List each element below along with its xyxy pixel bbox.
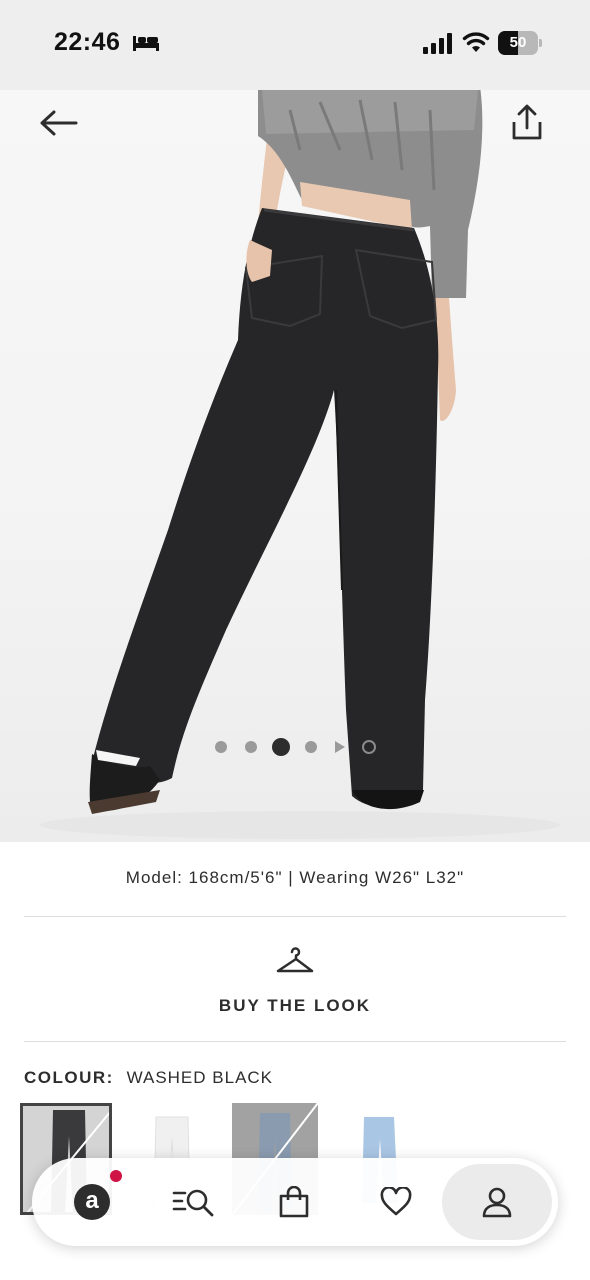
buy-the-look-button[interactable]: BUY THE LOOK [0, 996, 590, 1016]
carousel-indicator[interactable] [0, 735, 590, 759]
nav-saved-button[interactable] [354, 1158, 438, 1246]
carousel-dot[interactable] [245, 741, 257, 753]
heart-icon [380, 1187, 412, 1216]
back-arrow-icon[interactable] [36, 108, 80, 138]
search-icon [172, 1189, 214, 1217]
carousel-dot[interactable] [305, 741, 317, 753]
product-photo [40, 90, 560, 839]
cellular-signal-icon [423, 33, 452, 54]
wifi-icon [462, 32, 490, 52]
video-play-icon[interactable] [335, 741, 345, 753]
bottom-navigation-bar: a [32, 1158, 558, 1246]
asos-logo-icon: a [74, 1184, 110, 1220]
status-bar: 22:46 50 [0, 0, 590, 90]
battery-level: 50 [509, 34, 527, 51]
nav-bag-button[interactable] [252, 1158, 336, 1246]
model-size-info: Model: 168cm/5'6" | Wearing W26" L32" [125, 868, 465, 887]
sleep-mode-icon [133, 36, 159, 51]
carousel-dot[interactable] [215, 741, 227, 753]
product-image-carousel[interactable] [0, 90, 590, 842]
colour-value: WASHED BLACK [126, 1068, 274, 1087]
colour-label: COLOUR: [24, 1068, 114, 1087]
carousel-dot-video[interactable] [362, 740, 376, 754]
bag-icon [279, 1186, 309, 1218]
notification-dot [110, 1170, 122, 1182]
battery-icon: 50 [498, 31, 542, 55]
share-icon[interactable] [508, 102, 546, 142]
status-time: 22:46 [54, 28, 121, 56]
divider [24, 1041, 566, 1042]
divider [24, 916, 566, 917]
nav-search-button[interactable] [152, 1158, 236, 1246]
carousel-dot-active[interactable] [272, 738, 290, 756]
colour-selector-label: COLOUR: WASHED BLACK [24, 1068, 273, 1088]
nav-home-button[interactable]: a [50, 1158, 134, 1246]
user-icon [482, 1187, 512, 1218]
nav-account-button[interactable] [454, 1158, 540, 1246]
hanger-icon[interactable] [275, 946, 315, 976]
